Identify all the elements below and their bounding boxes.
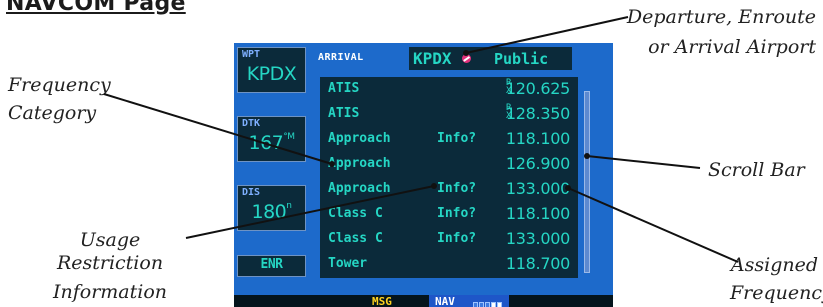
callout-leaders	[103, 16, 739, 263]
